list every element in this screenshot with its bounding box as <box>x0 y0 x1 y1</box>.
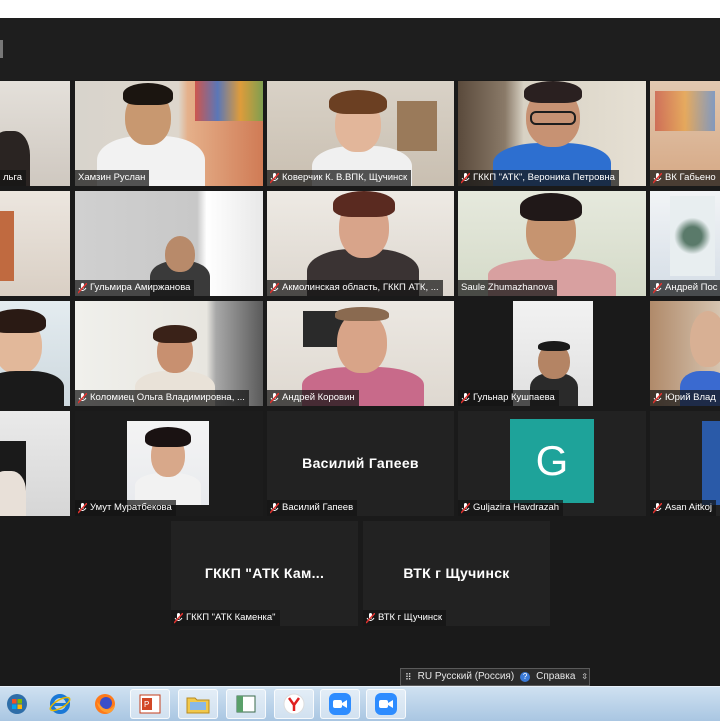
mic-muted-icon <box>461 392 470 404</box>
participant-tile[interactable]: Юрий Влад <box>650 301 720 406</box>
participant-name: Василий Гапеев <box>267 500 358 516</box>
participant-tile[interactable] <box>0 301 70 406</box>
mic-muted-icon <box>270 502 279 514</box>
mic-muted-icon <box>78 282 87 294</box>
participant-display-name: ВТК г Щучинск <box>403 565 510 582</box>
avatar: G <box>510 419 594 503</box>
mic-muted-icon <box>653 282 662 294</box>
avatar <box>702 421 720 505</box>
svg-text:P: P <box>144 700 149 709</box>
participant-name: Guljazira Havdrazah <box>458 500 564 516</box>
participant-name: ГККП "АТК Каменка" <box>171 610 280 626</box>
zoom-header <box>0 18 720 80</box>
participant-name: Умут Муратбекова <box>75 500 176 516</box>
participant-name: Asan Aitkoj <box>650 500 716 516</box>
participant-tile[interactable]: ВТК г Щучинск ВТК г Щучинск <box>363 521 550 626</box>
participant-tile[interactable]: Гульнар Кушпаева <box>458 301 646 406</box>
participant-tile[interactable]: Акмолинская область, ГККП АТК, ... <box>267 191 454 296</box>
mic-muted-icon <box>461 502 470 514</box>
participant-name: ГККП "АТК", Вероника Петровна <box>458 170 619 186</box>
participant-name: льга <box>0 170 27 186</box>
mic-muted-icon <box>78 392 87 404</box>
file-explorer-icon[interactable] <box>178 689 218 719</box>
participant-name: Гульнар Кушпаева <box>458 390 559 406</box>
start-button[interactable] <box>2 689 32 719</box>
participant-tile[interactable]: льга <box>0 81 70 186</box>
participant-name: Андрей Коровин <box>267 390 359 406</box>
participant-name: Гульмира Амиржанова <box>75 280 195 296</box>
participant-name: Андрей Пос <box>650 280 720 296</box>
participant-tile[interactable]: Василий Гапеев Василий Гапеев <box>267 411 454 516</box>
participant-tile[interactable]: Андрей Пос <box>650 191 720 296</box>
taskbar: P <box>0 686 720 721</box>
mic-muted-icon <box>653 392 662 404</box>
mic-muted-icon <box>270 392 279 404</box>
mic-muted-icon <box>270 282 279 294</box>
zoom-icon-2[interactable] <box>366 689 406 719</box>
mic-muted-icon <box>366 612 375 624</box>
keyboard-icon[interactable]: ⠿ <box>405 668 412 686</box>
participant-tile[interactable]: Asan Aitkoj <box>650 411 720 516</box>
mic-muted-icon <box>653 172 662 184</box>
participant-tile[interactable]: ВК Габьено <box>650 81 720 186</box>
participant-display-name: Василий Гапеев <box>302 455 419 472</box>
participant-tile[interactable] <box>0 411 70 516</box>
internet-explorer-icon[interactable] <box>40 689 80 719</box>
yandex-browser-icon[interactable] <box>274 689 314 719</box>
language-bar[interactable]: ⠿ RU Русский (Россия) ? Справка ⇳ <box>400 668 590 686</box>
help-button[interactable]: Справка <box>536 668 575 686</box>
langbar-options-icon[interactable]: ⇳ <box>581 668 588 686</box>
window-icon[interactable] <box>226 689 266 719</box>
mic-muted-icon <box>174 612 183 624</box>
participant-name: Коверчик К. В.ВПК, Щучинск <box>267 170 412 186</box>
participant-name: ВК Габьено <box>650 170 720 186</box>
powerpoint-icon[interactable]: P <box>130 689 170 719</box>
participant-display-name: ГККП "АТК Кам... <box>204 565 325 582</box>
participant-tile[interactable] <box>0 191 70 296</box>
participant-name: Saule Zhumazhanova <box>458 280 558 296</box>
zoom-icon[interactable] <box>320 689 360 719</box>
mic-muted-icon <box>653 502 662 514</box>
participant-tile[interactable]: Андрей Коровин <box>267 301 454 406</box>
mic-muted-icon <box>78 502 87 514</box>
participant-name: Акмолинская область, ГККП АТК, ... <box>267 280 443 296</box>
participant-tile-active-speaker[interactable]: Saule Zhumazhanova <box>458 191 646 296</box>
participant-tile[interactable]: ГККП "АТК", Вероника Петровна <box>458 81 646 186</box>
top-strip <box>0 0 720 18</box>
mic-muted-icon <box>270 172 279 184</box>
participant-tile[interactable]: Коверчик К. В.ВПК, Щучинск <box>267 81 454 186</box>
participant-name: Коломиец Ольга Владимировна, ... <box>75 390 249 406</box>
participant-name: Юрий Влад <box>650 390 720 406</box>
language-indicator[interactable]: RU Русский (Россия) <box>418 668 515 686</box>
header-edge <box>0 40 3 58</box>
participant-tile[interactable]: Хамзин Руслан <box>75 81 263 186</box>
participant-tile[interactable]: G Guljazira Havdrazah <box>458 411 646 516</box>
participant-tile[interactable]: Гульмира Амиржанова <box>75 191 263 296</box>
participant-tile[interactable]: Коломиец Ольга Владимировна, ... <box>75 301 263 406</box>
participant-name: ВТК г Щучинск <box>363 610 447 626</box>
participant-tile[interactable]: Умут Муратбекова <box>75 411 263 516</box>
firefox-icon[interactable] <box>85 689 125 719</box>
participant-name: Хамзин Руслан <box>75 170 150 186</box>
participant-tile[interactable]: ГККП "АТК Кам... ГККП "АТК Каменка" <box>171 521 358 626</box>
help-icon[interactable]: ? <box>520 672 531 682</box>
mic-muted-icon <box>461 172 470 184</box>
